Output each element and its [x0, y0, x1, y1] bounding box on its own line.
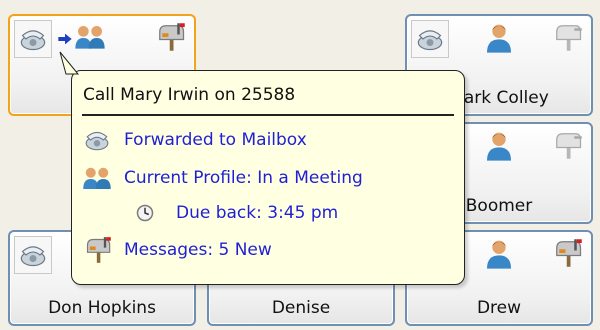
tooltip-divider — [82, 114, 454, 116]
mailbox-icon — [553, 238, 583, 268]
phone-button[interactable] — [14, 20, 52, 58]
mailbox-icon — [553, 22, 583, 52]
person-icon — [483, 22, 515, 54]
phone-icon — [19, 241, 47, 269]
mailbox-icon — [156, 22, 186, 52]
contact-name: Don Hopkins — [48, 298, 156, 318]
contact-tooltip: Call Mary Irwin on 25588 Forwarded to Ma… — [71, 70, 465, 285]
group-icon — [82, 164, 112, 194]
mailbox-icon — [84, 236, 112, 264]
phone-button[interactable] — [411, 20, 449, 58]
messages-link[interactable]: Messages: 5 New — [124, 240, 272, 260]
due-back-link[interactable]: Due back: 3:45 pm — [176, 203, 338, 223]
forward-arrow-icon — [57, 31, 73, 47]
phone-button[interactable] — [14, 236, 52, 274]
phone-icon — [416, 25, 444, 53]
phone-icon — [84, 127, 110, 153]
tooltip-title: Call Mary Irwin on 25588 — [83, 85, 296, 105]
person-icon — [483, 130, 515, 162]
contact-name: Denise — [271, 298, 331, 318]
group-icon — [74, 22, 106, 54]
tooltip-pointer — [59, 51, 80, 75]
contact-name: Drew — [476, 298, 522, 318]
profile-status-link[interactable]: Current Profile: In a Meeting — [124, 168, 363, 188]
clock-icon — [136, 204, 154, 222]
phone-icon — [19, 25, 47, 53]
mailbox-icon — [553, 130, 583, 160]
person-icon — [483, 238, 515, 270]
forward-status-link[interactable]: Forwarded to Mailbox — [124, 130, 307, 150]
